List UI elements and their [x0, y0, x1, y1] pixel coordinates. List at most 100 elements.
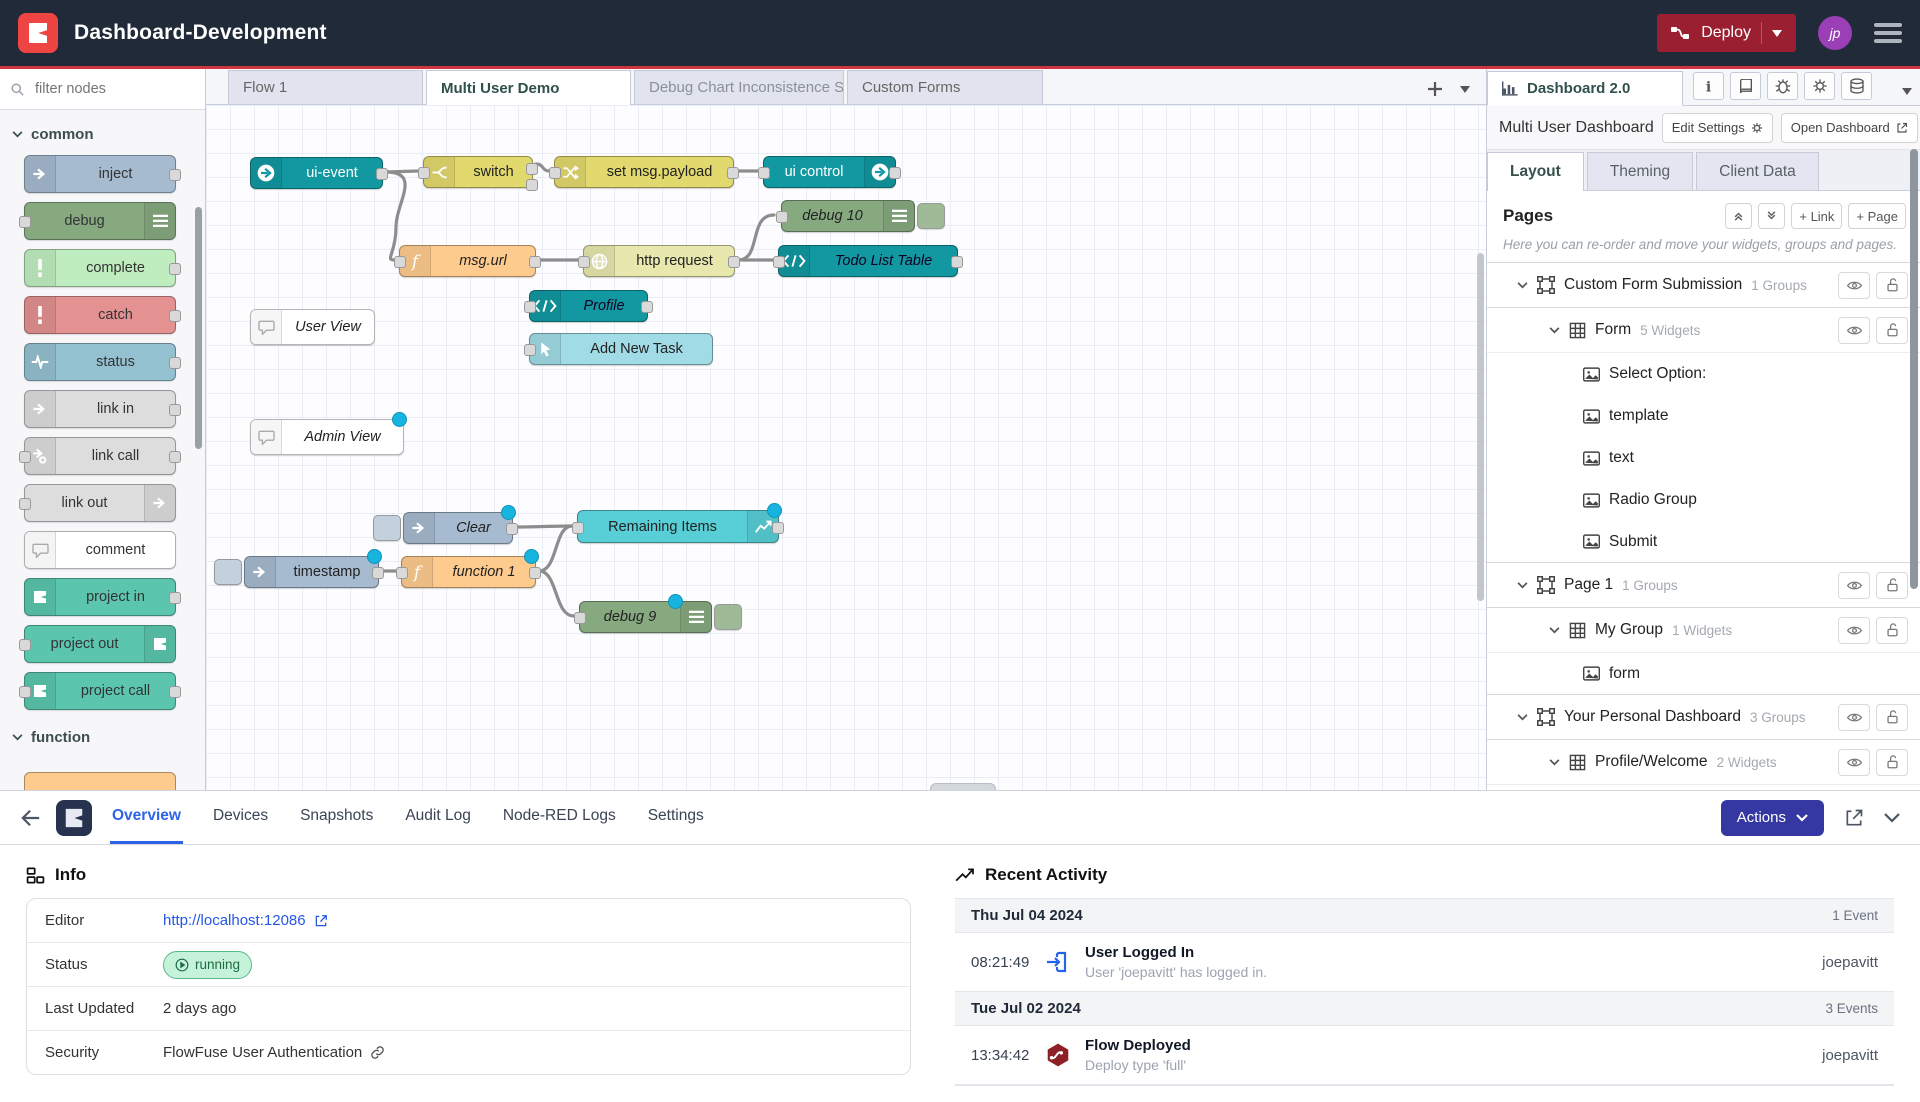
- port[interactable]: [19, 639, 31, 651]
- port[interactable]: [169, 357, 181, 369]
- port[interactable]: [19, 498, 31, 510]
- port[interactable]: [19, 216, 31, 228]
- port[interactable]: [169, 451, 181, 463]
- activity-event-row[interactable]: 08:21:49 User Logged In User 'joepavitt'…: [955, 933, 1894, 992]
- sidebar-caret-icon[interactable]: [1902, 88, 1912, 95]
- flowfuse-instance-logo[interactable]: [56, 800, 92, 836]
- palette-node-debug[interactable]: debug: [24, 202, 176, 240]
- chevron-down-icon[interactable]: [1517, 714, 1528, 721]
- tab-snapshots[interactable]: Snapshots: [298, 791, 375, 844]
- tree-row-widget[interactable]: template: [1487, 395, 1920, 437]
- node-admin-view-comment[interactable]: Admin View: [250, 419, 404, 455]
- port[interactable]: [169, 404, 181, 416]
- port[interactable]: [372, 567, 384, 579]
- port[interactable]: [727, 167, 739, 179]
- help-book-icon[interactable]: [1730, 72, 1761, 100]
- palette-node-clipped[interactable]: [24, 772, 176, 790]
- port[interactable]: [526, 163, 538, 175]
- tab-flow-1[interactable]: Flow 1: [228, 70, 423, 104]
- port[interactable]: [529, 256, 541, 268]
- back-arrow-icon[interactable]: [20, 791, 42, 844]
- port[interactable]: [574, 612, 586, 624]
- tab-custom-forms[interactable]: Custom Forms: [847, 70, 1043, 104]
- tree-row-page[interactable]: Page 1 1 Groups: [1487, 563, 1920, 608]
- palette-node-link-call[interactable]: link call: [24, 437, 176, 475]
- visibility-eye-icon[interactable]: [1838, 704, 1870, 731]
- port[interactable]: [773, 256, 785, 268]
- palette-node-link-in[interactable]: link in: [24, 390, 176, 428]
- palette-filter-input[interactable]: [33, 80, 177, 98]
- unlock-icon[interactable]: [1876, 749, 1908, 776]
- tree-row-group[interactable]: Form 5 Widgets: [1487, 308, 1920, 353]
- chevron-down-icon[interactable]: [1549, 759, 1560, 766]
- node-profile[interactable]: Profile: [529, 290, 648, 322]
- port[interactable]: [169, 169, 181, 181]
- unlock-icon[interactable]: [1876, 704, 1908, 731]
- palette-section-function[interactable]: function: [0, 719, 205, 758]
- tree-row-widget[interactable]: text: [1487, 437, 1920, 479]
- debug-toggle-button[interactable]: [714, 604, 742, 630]
- port[interactable]: [758, 167, 770, 179]
- port[interactable]: [951, 256, 963, 268]
- panel-drag-handle[interactable]: [930, 783, 996, 790]
- node-http-request[interactable]: http request: [583, 245, 735, 277]
- node-debug-10[interactable]: debug 10: [781, 200, 915, 232]
- port[interactable]: [418, 167, 430, 179]
- tree-row-widget[interactable]: form: [1487, 653, 1920, 695]
- palette-node-project-in[interactable]: project in: [24, 578, 176, 616]
- unlock-icon[interactable]: [1876, 317, 1908, 344]
- tab-debug-chart[interactable]: Debug Chart Inconsistence S: [634, 70, 844, 104]
- port[interactable]: [772, 522, 784, 534]
- palette-scrollbar[interactable]: [195, 207, 202, 449]
- node-ui-control[interactable]: ui control: [763, 156, 896, 188]
- add-page-button[interactable]: + Page: [1848, 203, 1906, 229]
- debug-bug-icon[interactable]: [1767, 72, 1798, 100]
- main-menu-icon[interactable]: [1874, 23, 1902, 43]
- node-timestamp-inject[interactable]: timestamp: [244, 556, 379, 588]
- canvas-scrollbar[interactable]: [1477, 253, 1484, 601]
- node-msg-url[interactable]: f msg.url: [399, 245, 536, 277]
- tab-audit-log[interactable]: Audit Log: [403, 791, 473, 844]
- debug-toggle-button[interactable]: [917, 203, 945, 229]
- editor-link[interactable]: http://localhost:12086: [163, 912, 328, 929]
- user-avatar[interactable]: jp: [1818, 16, 1852, 50]
- tab-theming[interactable]: Theming: [1587, 152, 1693, 190]
- node-remaining-items[interactable]: Remaining Items: [577, 510, 779, 543]
- palette-filter[interactable]: [0, 69, 205, 110]
- tab-node-red-logs[interactable]: Node-RED Logs: [501, 791, 618, 844]
- port[interactable]: [776, 211, 788, 223]
- chevron-down-icon[interactable]: [1549, 627, 1560, 634]
- tab-devices[interactable]: Devices: [211, 791, 270, 844]
- palette-node-inject[interactable]: inject: [24, 155, 176, 193]
- tree-row-widget[interactable]: Select Option:: [1487, 353, 1920, 395]
- node-switch[interactable]: switch: [423, 156, 533, 188]
- deploy-button[interactable]: Deploy: [1657, 14, 1796, 52]
- node-add-new-task[interactable]: Add New Task: [529, 333, 713, 365]
- unlock-icon[interactable]: [1876, 272, 1908, 299]
- node-clear-inject[interactable]: Clear: [403, 512, 513, 544]
- actions-button[interactable]: Actions: [1721, 800, 1824, 836]
- add-link-button[interactable]: + Link: [1791, 203, 1842, 229]
- palette-node-project-call[interactable]: project call: [24, 672, 176, 710]
- tree-row-group[interactable]: Profile/Welcome 2 Widgets: [1487, 740, 1920, 785]
- open-editor-icon[interactable]: [1844, 808, 1864, 828]
- deploy-caret-icon[interactable]: [1772, 30, 1782, 37]
- port[interactable]: [19, 451, 31, 463]
- port[interactable]: [641, 301, 653, 313]
- palette-node-link-out[interactable]: link out: [24, 484, 176, 522]
- node-todo-list-table[interactable]: Todo List Table: [778, 245, 958, 277]
- context-layers-icon[interactable]: [1841, 72, 1872, 100]
- palette-node-catch[interactable]: catch: [24, 296, 176, 334]
- visibility-eye-icon[interactable]: [1838, 317, 1870, 344]
- chevron-down-icon[interactable]: [1549, 327, 1560, 334]
- collapse-all-button[interactable]: [1725, 203, 1752, 229]
- open-dashboard-button[interactable]: Open Dashboard: [1781, 113, 1918, 143]
- unlock-icon[interactable]: [1876, 617, 1908, 644]
- node-user-view-comment[interactable]: User View: [250, 309, 375, 345]
- visibility-eye-icon[interactable]: [1838, 617, 1870, 644]
- inject-button[interactable]: [373, 515, 401, 541]
- palette-node-project-out[interactable]: project out: [24, 625, 176, 663]
- port[interactable]: [169, 263, 181, 275]
- port[interactable]: [169, 686, 181, 698]
- port[interactable]: [524, 344, 536, 356]
